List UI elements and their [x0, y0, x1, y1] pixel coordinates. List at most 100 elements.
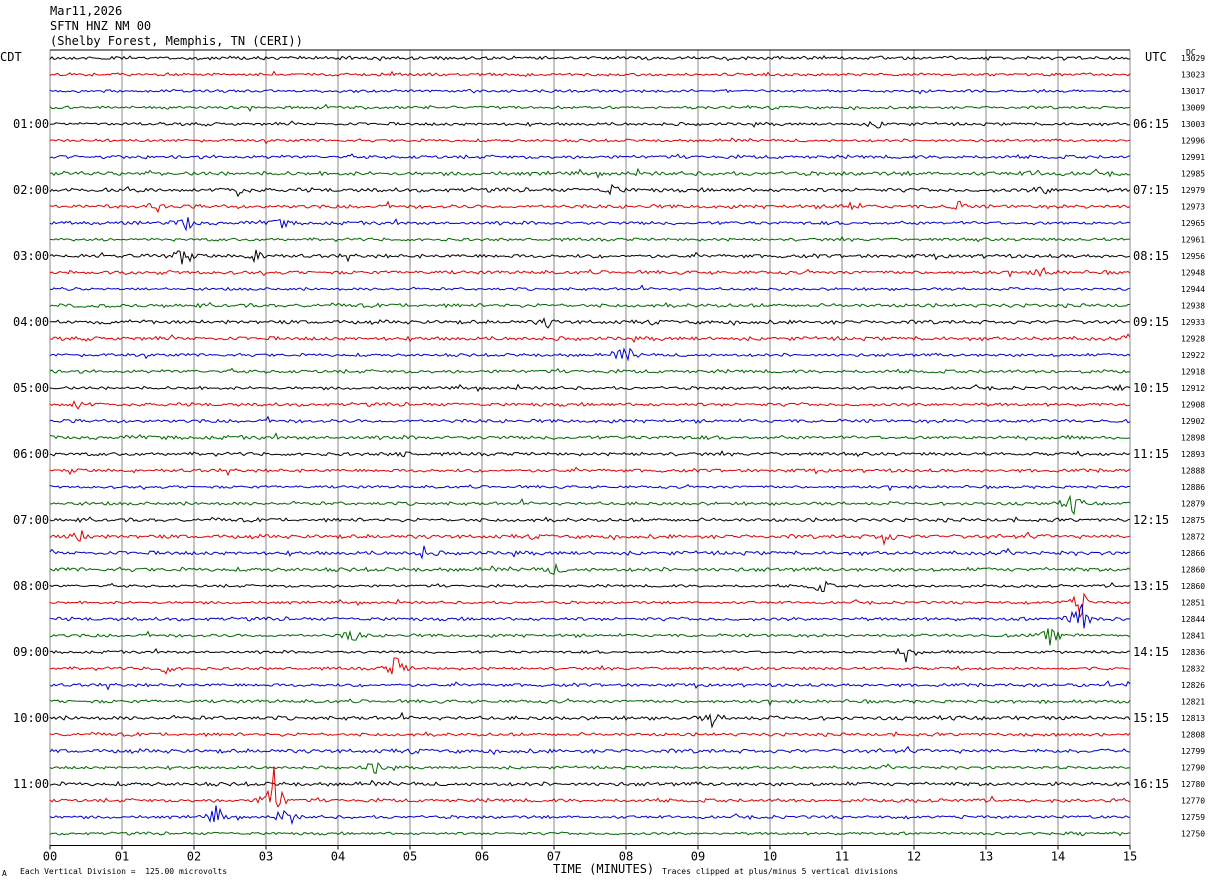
x-tick-label: 04 [331, 850, 345, 864]
right-hour-label: 06:15 [1133, 117, 1169, 131]
left-hour-label: 06:00 [13, 447, 49, 461]
left-hour-label: 11:00 [13, 777, 49, 791]
trace-line [49, 831, 1131, 837]
right-hour-label: 09:15 [1133, 315, 1169, 329]
dc-offset-label: 12826 [1181, 681, 1205, 690]
dc-offset-label: 13023 [1181, 71, 1205, 80]
trace-line [49, 120, 1131, 129]
trace-line [49, 432, 1131, 441]
dc-offset-label: 12836 [1181, 648, 1205, 657]
trace-line [49, 88, 1131, 95]
left-hour-label: 09:00 [13, 645, 49, 659]
trace-line [49, 592, 1131, 619]
dc-offset-label: 12922 [1181, 351, 1205, 360]
left-hour-label: 10:00 [13, 711, 49, 725]
dc-offset-label: 12979 [1181, 186, 1205, 195]
right-hour-label: 14:15 [1133, 645, 1169, 659]
dc-offset-label: 12879 [1181, 500, 1205, 509]
dc-offset-label: 12908 [1181, 401, 1205, 410]
x-tick-label: 12 [907, 850, 921, 864]
trace-line [49, 55, 1131, 62]
trace-line [49, 516, 1131, 524]
x-tick-label: 00 [43, 850, 57, 864]
trace-line [49, 731, 1131, 738]
dc-offset-label: 12888 [1181, 467, 1205, 476]
trace-line [49, 484, 1131, 492]
left-hour-label: 07:00 [13, 513, 49, 527]
dc-offset-label: 12851 [1181, 599, 1205, 608]
trace-line [49, 449, 1131, 458]
dc-offset-label: 12844 [1181, 615, 1205, 624]
dc-offset-label: 12991 [1181, 153, 1205, 162]
dc-offset-label: 12933 [1181, 318, 1205, 327]
dc-offset-label: 12860 [1181, 566, 1205, 575]
x-tick-label: 15 [1123, 850, 1137, 864]
trace-line [49, 183, 1131, 198]
dc-offset-label: 12918 [1181, 368, 1205, 377]
dc-offset-label: 12948 [1181, 269, 1205, 278]
left-hour-label: 02:00 [13, 183, 49, 197]
dc-offset-label: 12866 [1181, 549, 1205, 558]
trace-line [49, 762, 1131, 775]
dc-offset-label: 12808 [1181, 731, 1205, 740]
trace-line [49, 647, 1131, 663]
right-hour-label: 15:15 [1133, 711, 1169, 725]
dc-offset-label: 12985 [1181, 170, 1205, 179]
x-tick-label: 06 [475, 850, 489, 864]
trace-line [49, 284, 1131, 292]
dc-offset-label: 12750 [1181, 830, 1205, 839]
dc-offset-label: 12944 [1181, 285, 1205, 294]
x-tick-label: 03 [259, 850, 273, 864]
left-hour-label: 03:00 [13, 249, 49, 263]
dc-offset-label: 12759 [1181, 813, 1205, 822]
dc-offset-label: 12821 [1181, 698, 1205, 707]
dc-offset-label: 12872 [1181, 533, 1205, 542]
right-hour-label: 12:15 [1133, 513, 1169, 527]
dc-offset-label: 12956 [1181, 252, 1205, 261]
dc-offset-label: 13003 [1181, 120, 1205, 129]
dc-offset-label: 12875 [1181, 516, 1205, 525]
dc-offset-label: 12799 [1181, 747, 1205, 756]
right-hour-label: 16:15 [1133, 777, 1169, 791]
trace-line [49, 367, 1131, 374]
dc-offset-label: 12996 [1181, 137, 1205, 146]
trace-line [50, 494, 1131, 516]
trace-line [49, 562, 1131, 576]
right-hour-label: 07:15 [1133, 183, 1169, 197]
trace-line [49, 266, 1131, 279]
trace-line [49, 657, 1131, 675]
trace-line [49, 217, 1131, 232]
trace-line [49, 153, 1131, 160]
trace-line [49, 103, 1131, 112]
x-tick-label: 09 [691, 850, 705, 864]
trace-line [49, 766, 1131, 808]
trace-line [49, 698, 1131, 707]
trace-line [49, 333, 1131, 344]
trace-line [49, 603, 1131, 629]
x-tick-label: 02 [187, 850, 201, 864]
trace-line [49, 70, 1131, 78]
trace-line [49, 545, 1131, 560]
trace-line [49, 415, 1131, 424]
dc-offset-label: 12893 [1181, 450, 1205, 459]
x-tick-label: 08 [619, 850, 633, 864]
left-hour-label: 08:00 [13, 579, 49, 593]
left-hour-label: 05:00 [13, 381, 49, 395]
dc-offset-label: 12898 [1181, 434, 1205, 443]
trace-line [50, 317, 1131, 329]
dc-offset-label: 12780 [1181, 780, 1205, 789]
dc-offset-label: 12961 [1181, 236, 1205, 245]
dc-offset-label: 12790 [1181, 764, 1205, 773]
left-hour-label: 01:00 [13, 117, 49, 131]
x-tick-label: 01 [115, 850, 129, 864]
seismogram-plot: 13029 13023 13017 13009 13003 12996 12991 12985… [13, 49, 1205, 864]
trace-line [49, 711, 1131, 729]
trace-line [49, 779, 1131, 787]
x-tick-label: 07 [547, 850, 561, 864]
trace-line [49, 137, 1131, 145]
dc-offset-label: 13009 [1181, 104, 1205, 113]
trace-line [49, 466, 1131, 477]
right-hour-label: 11:15 [1133, 447, 1169, 461]
trace-line [49, 383, 1131, 393]
trace-line [49, 580, 1131, 593]
